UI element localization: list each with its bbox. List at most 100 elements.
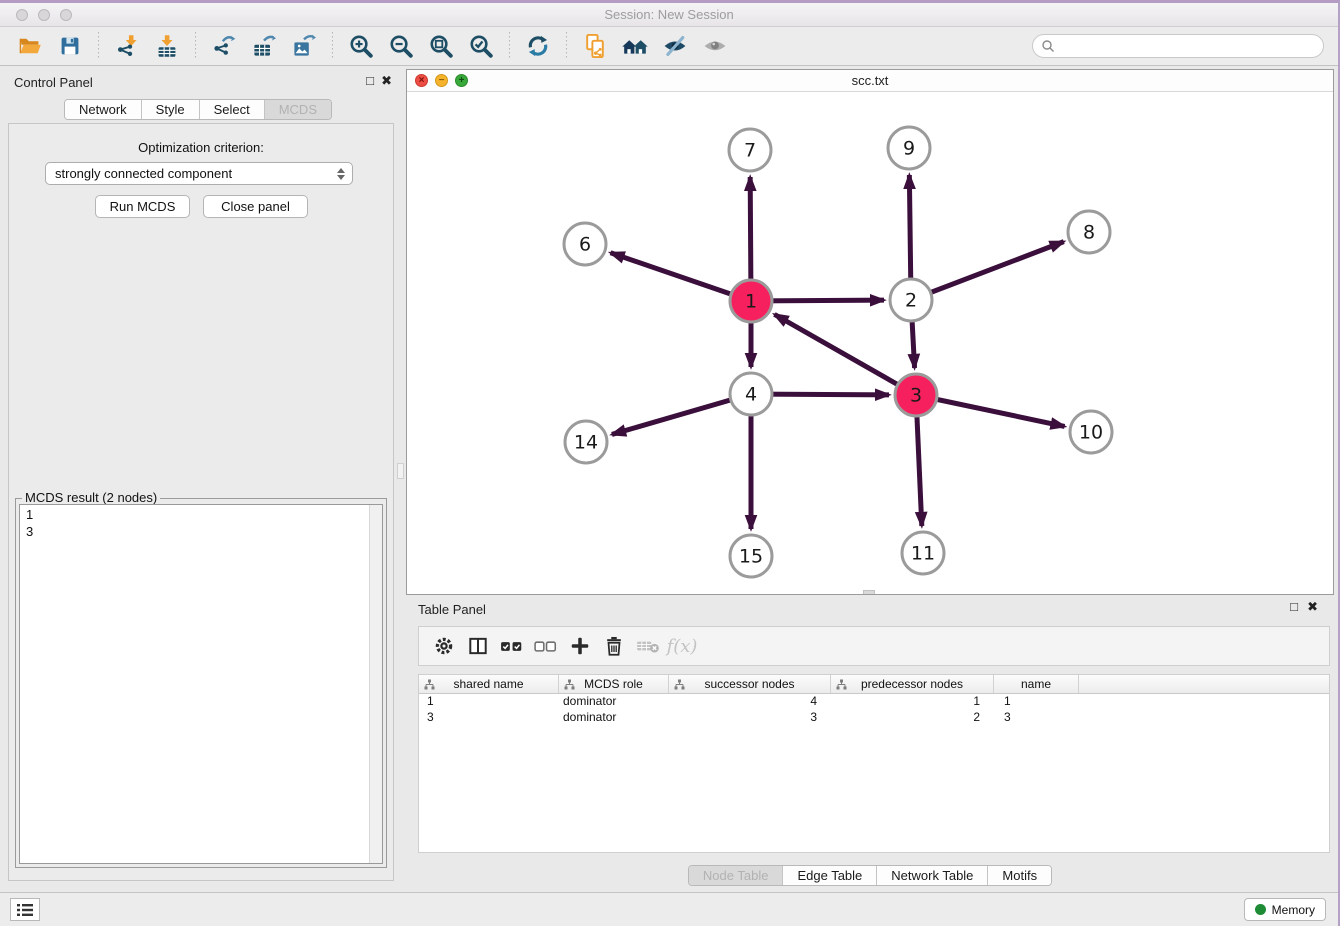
toolbar-separator bbox=[332, 32, 333, 60]
namespace-icon bbox=[836, 679, 847, 690]
list-icon bbox=[16, 903, 34, 917]
mcds-result-list[interactable]: 1 3 bbox=[19, 504, 383, 864]
graph-node-label-4: 4 bbox=[745, 384, 757, 406]
cell-shared-name[interactable]: 1 bbox=[419, 694, 559, 710]
memory-status-dot bbox=[1255, 904, 1266, 915]
graph-edges bbox=[611, 175, 1065, 529]
application-window: Session: New Session bbox=[0, 0, 1340, 926]
select-all-columns-icon[interactable] bbox=[495, 631, 529, 661]
tab-mcds[interactable]: MCDS bbox=[265, 100, 331, 119]
graph-edge-3-1[interactable] bbox=[774, 314, 916, 395]
namespace-icon bbox=[564, 679, 575, 690]
tab-select[interactable]: Select bbox=[200, 100, 265, 119]
export-table-icon[interactable] bbox=[249, 31, 279, 61]
graph-node-label-10: 10 bbox=[1079, 422, 1103, 444]
task-history-button[interactable] bbox=[10, 898, 40, 921]
graph-node-label-9: 9 bbox=[903, 138, 915, 160]
cell-predecessor-nodes[interactable]: 2 bbox=[831, 710, 994, 726]
tab-motifs[interactable]: Motifs bbox=[988, 866, 1051, 885]
zoom-selected-icon[interactable] bbox=[466, 31, 496, 61]
window-titlebar: Session: New Session bbox=[0, 3, 1338, 27]
network-view-window: × − + scc.txt 7968124314101511 bbox=[406, 69, 1334, 595]
toolbar-separator bbox=[566, 32, 567, 60]
memory-label: Memory bbox=[1272, 903, 1315, 917]
cell-predecessor-nodes[interactable]: 1 bbox=[831, 694, 994, 710]
tab-network-table[interactable]: Network Table bbox=[877, 866, 988, 885]
column-header-shared-name[interactable]: shared name bbox=[419, 675, 559, 693]
table-panel: Table Panel □ ✖ bbox=[406, 595, 1334, 895]
cell-successor-nodes[interactable]: 4 bbox=[669, 694, 831, 710]
node-table[interactable]: shared name MCDS role successor nodes pr… bbox=[418, 674, 1330, 853]
table-panel-title: Table Panel bbox=[418, 602, 486, 617]
deselect-all-columns-icon[interactable] bbox=[529, 631, 563, 661]
run-mcds-button[interactable]: Run MCDS bbox=[95, 195, 190, 218]
column-label: MCDS role bbox=[584, 677, 643, 691]
show-eye-icon[interactable] bbox=[700, 31, 730, 61]
add-column-icon[interactable] bbox=[563, 631, 597, 661]
refresh-layout-icon[interactable] bbox=[523, 31, 553, 61]
network-file-icon[interactable] bbox=[580, 31, 610, 61]
control-panel-title: Control Panel bbox=[14, 75, 93, 90]
cell-shared-name[interactable]: 3 bbox=[419, 710, 559, 726]
import-table-icon[interactable] bbox=[152, 31, 182, 61]
table-header-row: shared name MCDS role successor nodes pr… bbox=[419, 675, 1329, 694]
zoom-in-icon[interactable] bbox=[346, 31, 376, 61]
search-icon bbox=[1041, 39, 1055, 53]
tab-network[interactable]: Network bbox=[65, 100, 142, 119]
tab-edge-table[interactable]: Edge Table bbox=[783, 866, 877, 885]
float-panel-icon[interactable]: □ bbox=[366, 75, 374, 87]
zoom-out-icon[interactable] bbox=[386, 31, 416, 61]
close-panel-button[interactable]: Close panel bbox=[203, 195, 308, 218]
network-window-titlebar[interactable]: × − + scc.txt bbox=[407, 70, 1333, 92]
table-settings-gear-icon[interactable] bbox=[427, 631, 461, 661]
table-toolbar: f(x) bbox=[418, 626, 1330, 666]
close-panel-icon[interactable]: ✖ bbox=[381, 75, 392, 87]
column-label: shared name bbox=[453, 677, 523, 691]
home-double-icon[interactable] bbox=[620, 31, 650, 61]
column-header-successor-nodes[interactable]: successor nodes bbox=[669, 675, 831, 693]
memory-button[interactable]: Memory bbox=[1244, 898, 1326, 921]
control-panel: Control Panel □ ✖ Network Style Select M… bbox=[0, 67, 404, 895]
cell-successor-nodes[interactable]: 3 bbox=[669, 710, 831, 726]
column-header-mcds-role[interactable]: MCDS role bbox=[559, 675, 669, 693]
graph-edge-3-10[interactable] bbox=[916, 395, 1065, 426]
zoom-fit-icon[interactable] bbox=[426, 31, 456, 61]
graph-node-label-3: 3 bbox=[910, 385, 922, 407]
export-image-icon[interactable] bbox=[289, 31, 319, 61]
save-session-icon[interactable] bbox=[55, 31, 85, 61]
tab-node-table[interactable]: Node Table bbox=[689, 866, 784, 885]
table-row[interactable]: 1 dominator 4 1 1 bbox=[419, 694, 1329, 710]
search-input[interactable] bbox=[1055, 36, 1323, 56]
cell-mcds-role[interactable]: dominator bbox=[559, 694, 669, 710]
network-canvas[interactable]: 7968124314101511 bbox=[407, 92, 1333, 594]
import-network-icon[interactable] bbox=[112, 31, 142, 61]
split-pane-handle[interactable] bbox=[397, 463, 404, 479]
tab-style[interactable]: Style bbox=[142, 100, 200, 119]
column-header-name[interactable]: name bbox=[994, 675, 1079, 693]
close-table-panel-icon[interactable]: ✖ bbox=[1307, 601, 1318, 613]
float-table-panel-icon[interactable]: □ bbox=[1290, 601, 1298, 613]
mcds-result-box: MCDS result (2 nodes) 1 3 bbox=[15, 498, 387, 868]
show-columns-icon[interactable] bbox=[461, 631, 495, 661]
result-scrollbar[interactable] bbox=[369, 505, 382, 863]
table-tabs: Node Table Edge Table Network Table Moti… bbox=[406, 865, 1334, 886]
export-network-icon[interactable] bbox=[209, 31, 239, 61]
criterion-dropdown[interactable]: strongly connected component bbox=[45, 162, 353, 185]
cell-mcds-role[interactable]: dominator bbox=[559, 710, 669, 726]
graph-node-label-15: 15 bbox=[739, 546, 763, 568]
cell-filler bbox=[1079, 710, 1329, 726]
table-row[interactable]: 3 dominator 3 2 3 bbox=[419, 710, 1329, 726]
hide-selected-eye-icon[interactable] bbox=[660, 31, 690, 61]
cell-name[interactable]: 3 bbox=[994, 710, 1079, 726]
delete-column-trash-icon[interactable] bbox=[597, 631, 631, 661]
column-header-predecessor-nodes[interactable]: predecessor nodes bbox=[831, 675, 994, 693]
network-resize-handle[interactable] bbox=[863, 590, 875, 594]
graph-node-label-7: 7 bbox=[744, 140, 756, 162]
graph-node-label-6: 6 bbox=[579, 234, 591, 256]
cell-name[interactable]: 1 bbox=[994, 694, 1079, 710]
search-box[interactable] bbox=[1032, 34, 1324, 58]
graph-edge-2-8[interactable] bbox=[911, 242, 1064, 300]
namespace-icon bbox=[424, 679, 435, 690]
open-session-icon[interactable] bbox=[15, 31, 45, 61]
column-label: successor nodes bbox=[704, 677, 794, 691]
